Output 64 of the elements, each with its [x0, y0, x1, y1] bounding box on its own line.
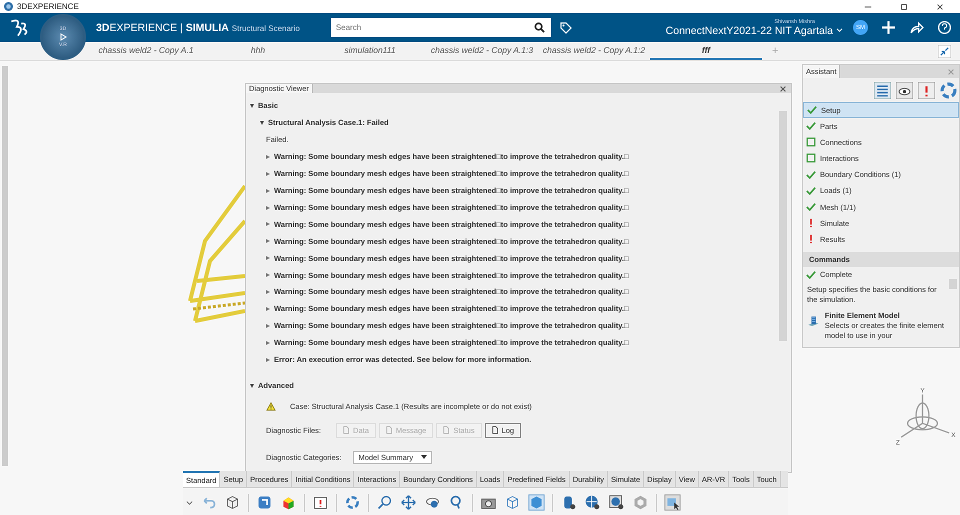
- expand-arrow-icon[interactable]: [266, 154, 270, 159]
- check-icon: [806, 202, 816, 212]
- list-icon[interactable]: [874, 82, 891, 99]
- share-icon[interactable]: [909, 20, 924, 35]
- expand-arrow-icon[interactable]: [266, 188, 270, 193]
- expand-arrow-icon[interactable]: [266, 206, 270, 210]
- document-icon: [386, 426, 392, 434]
- close-icon[interactable]: [779, 84, 787, 93]
- expand-arrow-icon[interactable]: [266, 256, 270, 260]
- chevron-icon[interactable]: [186, 499, 193, 506]
- maximize-icon[interactable]: [900, 2, 908, 10]
- document-icon: [492, 426, 498, 434]
- play-icon[interactable]: [58, 32, 68, 42]
- document-tab[interactable]: chassis weld2 - Copy A.1:3: [426, 42, 538, 60]
- expand-arrow-icon[interactable]: [266, 324, 270, 328]
- expand-arrow-icon[interactable]: [260, 120, 264, 125]
- close-icon[interactable]: [936, 2, 944, 10]
- check-icon: [806, 170, 816, 180]
- search-field[interactable]: Search: [330, 18, 532, 37]
- expand-arrow-icon[interactable]: [266, 340, 270, 345]
- square-icon: [806, 137, 816, 148]
- expand-arrow-icon[interactable]: [266, 222, 270, 226]
- dropdown-arrow-icon: [421, 455, 428, 459]
- document-tab[interactable]: chassis weld2 - Copy A.1: [90, 42, 202, 60]
- app-title: 3DEXPERIENCE | SIMULIA Structural Scenario: [96, 22, 300, 34]
- expand-arrow-icon[interactable]: [266, 172, 270, 176]
- cube-icon[interactable]: [504, 494, 521, 511]
- square-icon: [806, 153, 816, 164]
- zoom-icon[interactable]: [376, 494, 393, 511]
- tenant-selector[interactable]: ConnectNextY2021-22 NIT Agartala: [666, 24, 833, 36]
- check-icon: [806, 270, 816, 280]
- document-tab[interactable]: chassis weld2 - Copy A.1:2: [538, 42, 650, 60]
- help-icon[interactable]: [937, 20, 952, 35]
- alert-icon[interactable]: [312, 494, 329, 511]
- check-icon: [806, 186, 816, 196]
- eye-icon[interactable]: [896, 82, 913, 99]
- select-icon[interactable]: [664, 494, 681, 511]
- expand-arrow-icon[interactable]: [266, 358, 270, 362]
- expand-arrow-icon[interactable]: [266, 273, 270, 278]
- document-tab[interactable]: simulation111: [314, 42, 426, 60]
- alert-icon[interactable]: [918, 82, 935, 99]
- expand-arrow-icon[interactable]: [250, 104, 254, 108]
- warning-icon: [266, 402, 276, 410]
- check-icon: [806, 121, 816, 132]
- pan-icon[interactable]: [400, 494, 417, 511]
- document-icon: [343, 426, 350, 434]
- cycle-icon[interactable]: [344, 494, 361, 511]
- scroll-bar[interactable]: [2, 66, 8, 466]
- check-icon: [807, 105, 817, 115]
- window-title: 3DEXPERIENCE: [17, 2, 79, 11]
- expand-arrow-icon[interactable]: [250, 384, 254, 388]
- expand-arrow-icon[interactable]: [266, 239, 270, 244]
- search-icon[interactable]: [532, 18, 551, 37]
- chevron-icon[interactable]: [836, 28, 843, 32]
- collapse-icon[interactable]: [938, 44, 951, 58]
- tag-icon[interactable]: [558, 20, 573, 34]
- document-icon: [443, 426, 450, 434]
- logo-icon: [8, 16, 30, 38]
- cycle-icon[interactable]: [940, 82, 957, 99]
- expand-arrow-icon[interactable]: [266, 306, 270, 311]
- document-tab[interactable]: hhh: [202, 42, 314, 60]
- plus-icon[interactable]: [881, 20, 896, 35]
- app-icon: [4, 2, 13, 11]
- expand-arrow-icon[interactable]: [266, 290, 270, 294]
